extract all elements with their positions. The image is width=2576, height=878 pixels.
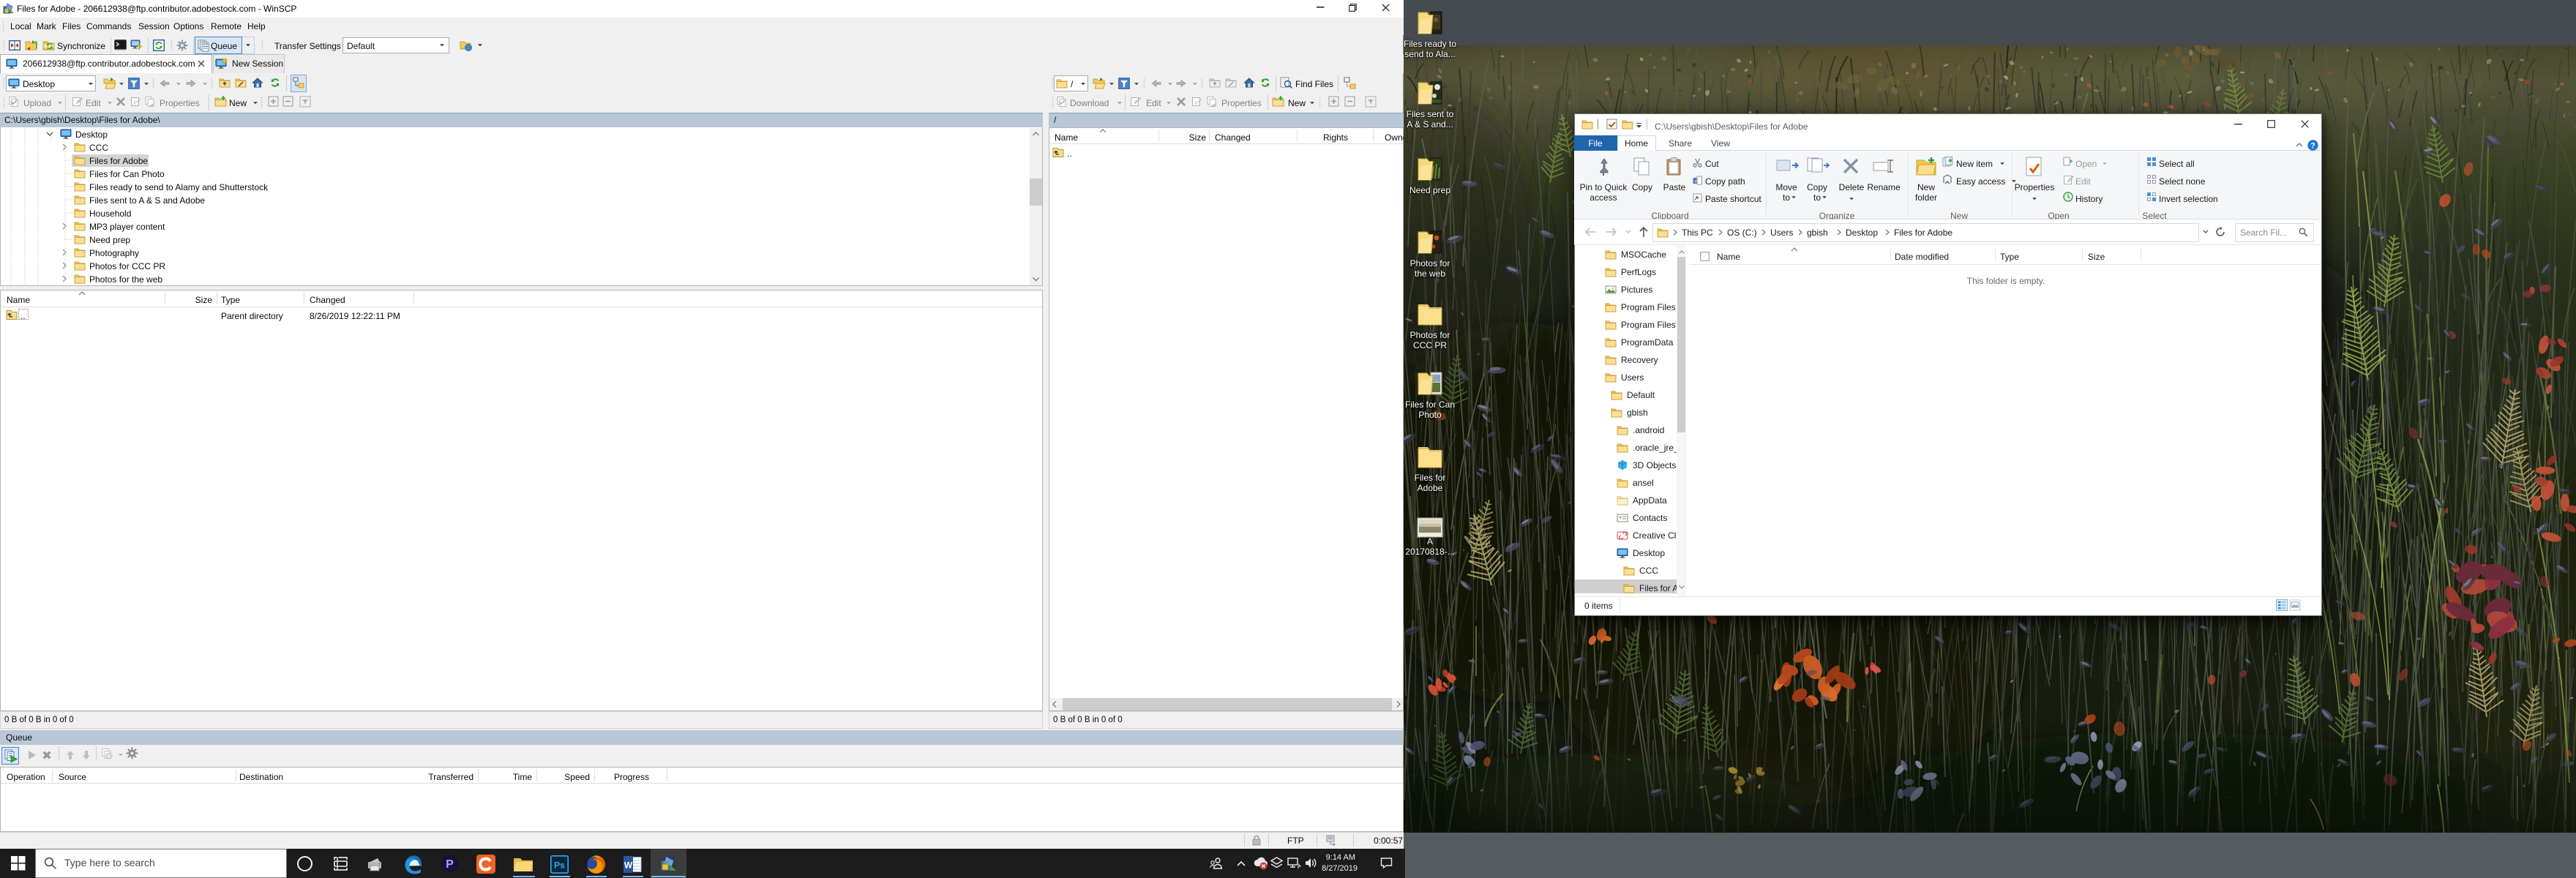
svg-text:Ps: Ps [554, 860, 565, 871]
svg-text:x: x [133, 100, 136, 106]
svg-text:x: x [1194, 100, 1197, 106]
svg-text:?: ? [2310, 141, 2315, 150]
svg-text:W: W [624, 860, 633, 871]
svg-text:P: P [446, 858, 454, 871]
